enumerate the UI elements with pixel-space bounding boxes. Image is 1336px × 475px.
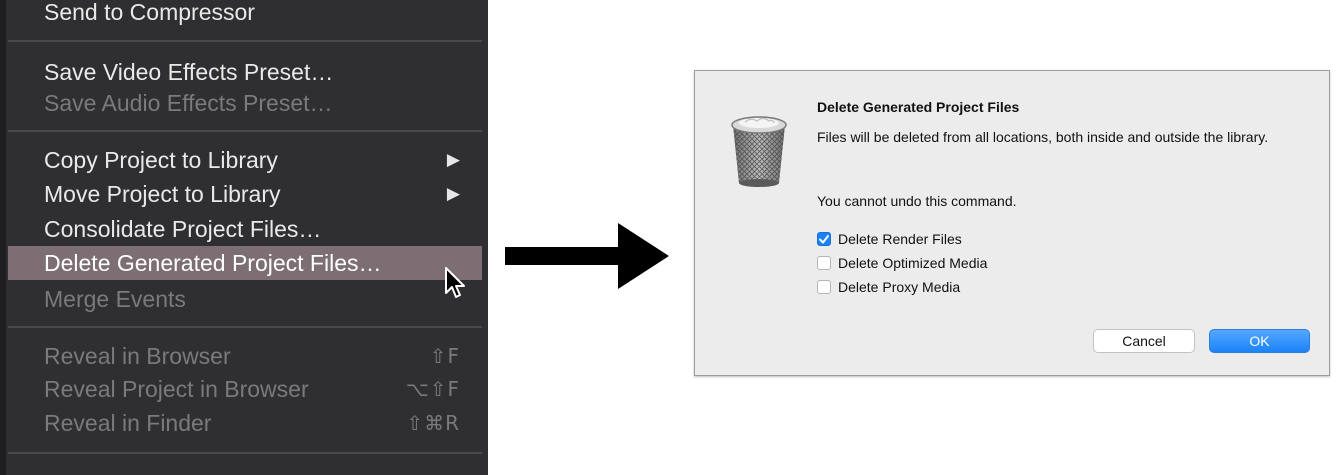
dialog-warning: You cannot undo this command. (817, 193, 1017, 209)
menu-item-save-video-effects-preset[interactable]: Save Video Effects Preset… (44, 55, 460, 89)
checkbox-label: Delete Render Files (838, 231, 962, 247)
menu-item-send-to-compressor[interactable]: Send to Compressor (44, 0, 460, 29)
menu-item-label: Merge Events (44, 286, 186, 312)
menu-separator (8, 40, 482, 42)
cancel-button[interactable]: Cancel (1093, 329, 1195, 353)
menu-item-reveal-in-finder: Reveal in Finder ⇧⌘R (44, 406, 460, 440)
trash-icon (731, 116, 787, 187)
menu-item-reveal-in-browser: Reveal in Browser ⇧F (44, 339, 460, 373)
menu-separator (8, 130, 482, 132)
menu-item-label: Send to Compressor (44, 0, 255, 25)
menu-item-label: Delete Generated Project Files… (44, 250, 382, 276)
menu-item-label: Consolidate Project Files… (44, 216, 322, 242)
option-delete-render-files[interactable]: Delete Render Files (817, 229, 962, 249)
menu-item-merge-events: Merge Events (44, 282, 460, 316)
checkbox-checked[interactable] (817, 232, 831, 246)
menu-item-label: Reveal in Browser (44, 343, 231, 369)
menu-left-edge (0, 0, 6, 475)
menu-item-label: Reveal Project in Browser (44, 376, 309, 402)
checkbox-unchecked[interactable] (817, 256, 831, 270)
menu-item-save-audio-effects-preset: Save Audio Effects Preset… (44, 86, 460, 120)
checkmark-icon (819, 234, 829, 243)
menu-shortcut: ⇧F (429, 344, 460, 368)
menu-item-copy-project-to-library[interactable]: Copy Project to Library ▶ (44, 143, 460, 177)
checkbox-label: Delete Proxy Media (838, 279, 961, 295)
option-delete-optimized-media[interactable]: Delete Optimized Media (817, 253, 987, 273)
dialog-message: Files will be deleted from all locations… (817, 129, 1269, 145)
submenu-arrow-icon: ▶ (446, 184, 460, 204)
menu-shortcut: ⌥⇧F (405, 377, 460, 401)
checkbox-unchecked[interactable] (817, 280, 831, 294)
option-delete-proxy-media[interactable]: Delete Proxy Media (817, 277, 960, 297)
menu-item-label: Copy Project to Library (44, 147, 278, 173)
dialog-title: Delete Generated Project Files (817, 99, 1020, 115)
menu-item-consolidate-project-files[interactable]: Consolidate Project Files… (44, 212, 460, 246)
delete-generated-files-dialog: Delete Generated Project Files Files wil… (694, 70, 1330, 376)
menu-item-delete-generated-project-files[interactable]: Delete Generated Project Files… (8, 246, 482, 280)
mouse-pointer-icon (445, 267, 465, 298)
right-arrow-icon (505, 223, 669, 289)
menu-item-label: Move Project to Library (44, 181, 281, 207)
menu-item-move-project-to-library[interactable]: Move Project to Library ▶ (44, 177, 460, 211)
context-menu: Send to Compressor Save Video Effects Pr… (0, 0, 488, 475)
submenu-arrow-icon: ▶ (446, 150, 460, 170)
menu-item-label: Save Audio Effects Preset… (44, 90, 333, 116)
menu-shortcut: ⇧⌘R (406, 411, 460, 435)
ok-button[interactable]: OK (1209, 329, 1310, 353)
menu-item-reveal-project-in-browser: Reveal Project in Browser ⌥⇧F (44, 372, 460, 406)
checkbox-label: Delete Optimized Media (838, 255, 988, 271)
menu-item-label: Reveal in Finder (44, 410, 212, 436)
menu-item-label: Save Video Effects Preset… (44, 59, 334, 85)
menu-separator (8, 326, 482, 328)
menu-separator (8, 452, 482, 454)
